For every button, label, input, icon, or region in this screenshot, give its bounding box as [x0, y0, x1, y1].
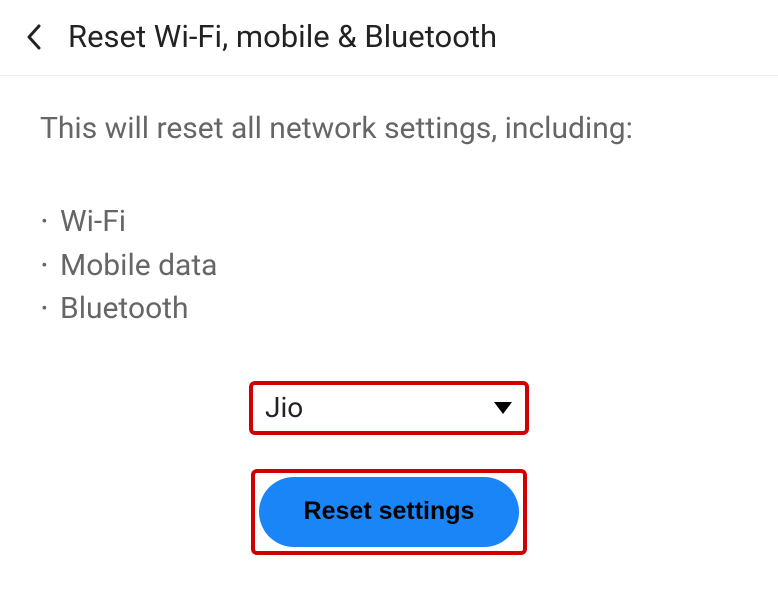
page-title: Reset Wi-Fi, mobile & Bluetooth: [68, 18, 497, 55]
controls: Jio Reset settings: [40, 381, 738, 555]
back-icon[interactable]: [20, 23, 48, 51]
reset-settings-button[interactable]: Reset settings: [259, 477, 519, 547]
carrier-dropdown[interactable]: Jio: [257, 389, 521, 427]
dropdown-highlight: Jio: [249, 381, 529, 435]
button-highlight: Reset settings: [251, 469, 527, 555]
description-text: This will reset all network settings, in…: [40, 108, 738, 150]
list-item: Wi-Fi: [40, 200, 738, 244]
reset-items-list: Wi-Fi Mobile data Bluetooth: [40, 200, 738, 331]
dropdown-selected-value: Jio: [265, 391, 303, 424]
list-item: Bluetooth: [40, 287, 738, 331]
content: This will reset all network settings, in…: [0, 76, 778, 555]
chevron-down-icon: [493, 398, 513, 418]
header: Reset Wi-Fi, mobile & Bluetooth: [0, 0, 778, 76]
list-item: Mobile data: [40, 244, 738, 288]
